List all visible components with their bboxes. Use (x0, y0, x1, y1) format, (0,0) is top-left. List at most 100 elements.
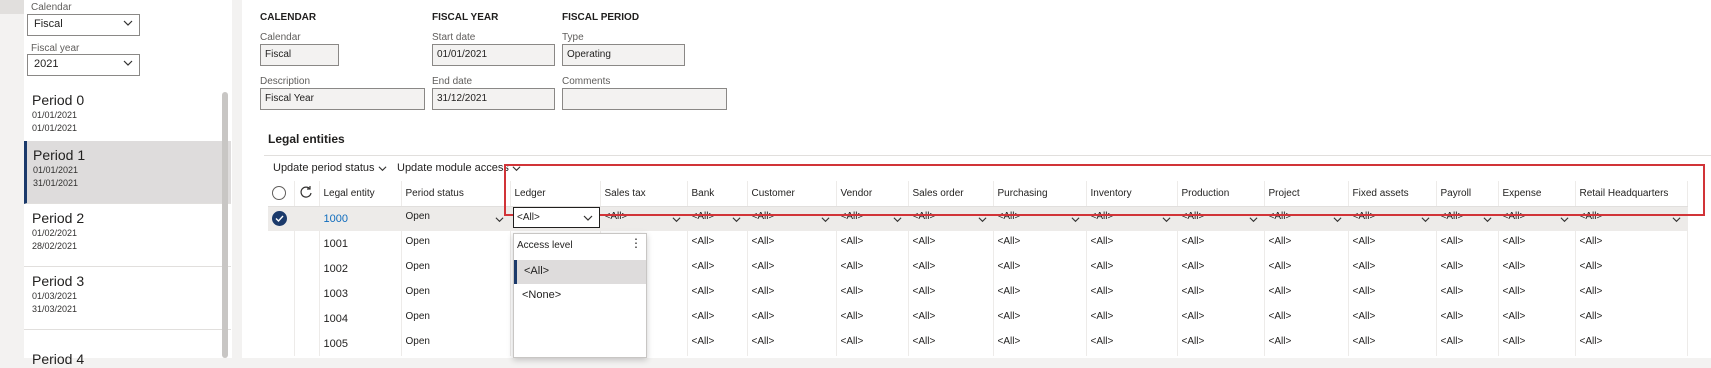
select-all-header[interactable] (268, 181, 295, 207)
chevron-down-icon[interactable] (1162, 215, 1171, 224)
module-access-cell[interactable]: <All> (908, 281, 994, 306)
module-access-cell[interactable]: <All> (747, 331, 837, 356)
col-period-status[interactable]: Period status (401, 181, 511, 207)
chevron-down-icon[interactable] (1560, 215, 1569, 224)
period-status-cell[interactable]: Open (401, 331, 511, 356)
header-calendar-field[interactable]: Fiscal (260, 44, 339, 66)
module-access-cell[interactable]: <All> (1177, 231, 1265, 256)
legal-entity-cell[interactable]: 1005 (319, 331, 402, 356)
module-access-cell[interactable]: <All> (1436, 231, 1499, 256)
module-access-cell[interactable]: <All> (1177, 281, 1265, 306)
module-access-cell[interactable]: <All> (687, 306, 748, 331)
module-access-cell[interactable]: <All> (836, 231, 909, 256)
period-status-cell[interactable]: Open (401, 256, 511, 281)
module-access-cell[interactable]: <All> (1348, 331, 1437, 356)
ledger-access-input[interactable]: <All> (513, 207, 600, 228)
legal-entity-cell[interactable]: 1002 (319, 256, 402, 281)
module-access-cell[interactable]: <All> (1177, 306, 1265, 331)
table-row[interactable]: 1001 Open <All> <All> <All> <All> <All> <All> <A… (268, 231, 1688, 256)
module-access-cell[interactable]: <All> (747, 231, 837, 256)
module-access-cell[interactable]: <All> (993, 231, 1087, 256)
chevron-down-icon[interactable] (1333, 215, 1342, 224)
module-access-cell[interactable]: <All> (1264, 306, 1349, 331)
module-access-cell[interactable]: <All> (836, 306, 909, 331)
module-access-cell[interactable]: <All> (908, 231, 994, 256)
module-access-cell[interactable]: <All> (836, 281, 909, 306)
chevron-down-icon[interactable] (495, 215, 504, 224)
module-access-cell[interactable]: <All> (993, 256, 1087, 281)
module-access-cell[interactable]: <All> (1264, 231, 1349, 256)
legal-entity-cell[interactable]: 1001 (319, 231, 402, 256)
period-item-2[interactable]: Period 2 01/02/2021 28/02/2021 (24, 204, 231, 267)
comments-field[interactable] (562, 88, 727, 110)
module-access-cell[interactable]: <All> (1436, 256, 1499, 281)
col-legal-entity[interactable]: Legal entity (319, 181, 402, 207)
period-status-cell[interactable]: Open (401, 231, 511, 256)
module-access-cell[interactable]: <All> (687, 331, 748, 356)
period-item-1[interactable]: Period 1 01/01/2021 31/01/2021 (24, 141, 231, 204)
update-module-access-button[interactable]: Update module access (397, 162, 521, 174)
period-item-4[interactable]: Period 4 (24, 345, 231, 367)
access-option-all[interactable]: <All> (514, 260, 646, 284)
description-field[interactable]: Fiscal Year (260, 88, 425, 110)
module-access-cell[interactable]: <All> (993, 281, 1087, 306)
legal-entity-cell[interactable]: 1004 (319, 306, 402, 331)
chevron-down-icon[interactable] (583, 213, 593, 223)
module-access-cell[interactable]: <All> (1575, 231, 1688, 256)
module-access-cell[interactable]: <All> (1575, 331, 1688, 356)
chevron-down-icon[interactable] (1249, 215, 1258, 224)
period-status-cell[interactable]: Open (401, 206, 511, 231)
more-options-icon[interactable]: ⋮ (630, 236, 642, 250)
module-access-cell[interactable]: <All> (908, 306, 994, 331)
module-access-cell[interactable]: <All> (1086, 281, 1178, 306)
period-status-cell[interactable]: Open (401, 281, 511, 306)
module-access-cell[interactable]: <All> (747, 306, 837, 331)
row-select-cell[interactable] (268, 256, 295, 281)
module-access-cell[interactable]: <All> (1498, 256, 1576, 281)
row-select-cell[interactable] (268, 231, 295, 256)
module-access-cell[interactable]: <All> (1264, 281, 1349, 306)
update-period-status-button[interactable]: Update period status (273, 162, 387, 174)
chevron-down-icon[interactable] (1421, 215, 1430, 224)
module-access-cell[interactable]: <All> (1498, 231, 1576, 256)
module-access-cell[interactable]: <All> (687, 256, 748, 281)
fiscal-year-select[interactable]: 2021 (27, 54, 140, 76)
period-status-cell[interactable]: Open (401, 306, 511, 331)
module-access-cell[interactable]: <All> (1177, 256, 1265, 281)
module-access-cell[interactable]: <All> (1264, 331, 1349, 356)
module-access-cell[interactable]: <All> (1498, 331, 1576, 356)
chevron-down-icon[interactable] (1672, 215, 1681, 224)
module-access-cell[interactable]: <All> (1264, 256, 1349, 281)
module-access-cell[interactable]: <All> (1348, 231, 1437, 256)
module-access-cell[interactable]: <All> (1348, 256, 1437, 281)
row-select-cell[interactable] (268, 281, 295, 306)
module-access-cell[interactable]: <All> (1575, 306, 1688, 331)
refresh-header[interactable] (294, 181, 320, 207)
chevron-down-icon[interactable] (821, 215, 830, 224)
module-access-cell[interactable]: <All> (1086, 231, 1178, 256)
module-access-cell[interactable]: <All> (687, 281, 748, 306)
module-access-cell[interactable]: <All> (908, 331, 994, 356)
end-date-field[interactable]: 31/12/2021 (432, 88, 555, 110)
chevron-down-icon[interactable] (978, 215, 987, 224)
start-date-field[interactable]: 01/01/2021 (432, 44, 555, 66)
chevron-down-icon[interactable] (732, 215, 741, 224)
module-access-cell[interactable]: <All> (1575, 281, 1688, 306)
table-row[interactable]: 1004 Open <All> <All> <All> <All> <All> <All> <A… (268, 306, 1688, 331)
module-access-cell[interactable]: <All> (908, 256, 994, 281)
module-access-cell[interactable]: <All> (1498, 306, 1576, 331)
checkmark-circle-icon[interactable] (272, 211, 287, 227)
period-item-0[interactable]: Period 0 01/01/2021 01/01/2021 (24, 86, 231, 149)
row-select-cell[interactable] (268, 306, 295, 331)
module-access-cell[interactable]: <All> (747, 256, 837, 281)
refresh-icon[interactable] (299, 185, 313, 199)
select-all-circle-icon[interactable] (272, 186, 286, 201)
module-access-cell[interactable]: <All> (1086, 256, 1178, 281)
table-row[interactable]: 1002 Open <All> <All> <All> <All> <All> <All> <A… (268, 256, 1688, 281)
access-option-none[interactable]: <None> (514, 284, 646, 308)
module-access-cell[interactable]: <All> (836, 331, 909, 356)
module-access-cell[interactable]: <All> (1086, 306, 1178, 331)
chevron-down-icon[interactable] (893, 215, 902, 224)
chevron-down-icon[interactable] (672, 215, 681, 224)
module-access-cell[interactable]: <All> (993, 331, 1087, 356)
